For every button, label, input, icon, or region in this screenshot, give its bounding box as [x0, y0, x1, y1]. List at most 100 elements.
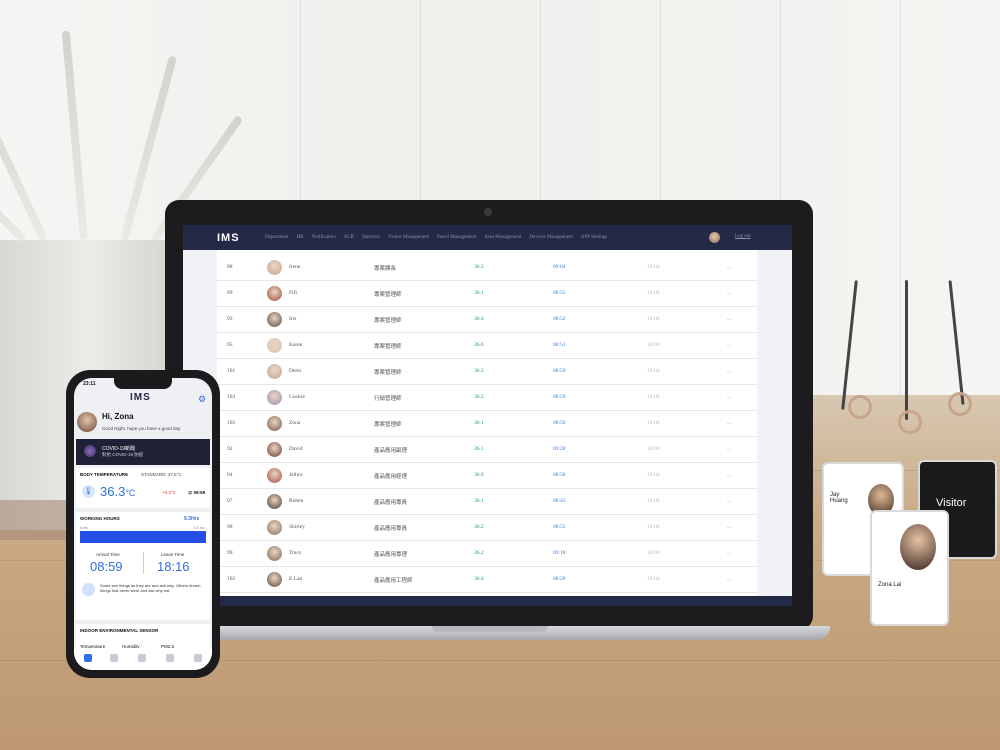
row-name: Irene	[289, 264, 301, 270]
grid-icon[interactable]	[166, 654, 174, 662]
row-name: Zona	[289, 420, 301, 426]
leave-value: 18:16	[157, 559, 190, 574]
row-name: Shirley	[289, 524, 305, 530]
row-arrival: 08:58	[553, 472, 566, 478]
row-leave: 18:00	[647, 576, 660, 582]
row-leave: 18:00	[647, 394, 660, 400]
working-hours-card[interactable]: WORKING HOURS 9.3Hrs 8 hrs 9.0 hrs Arriv…	[76, 512, 210, 620]
bell-icon[interactable]	[194, 654, 202, 662]
laptop-screen: IMS Department HR Notification ACR Stati…	[183, 225, 792, 606]
avatar	[267, 442, 282, 457]
row-name: Demi	[289, 368, 302, 374]
status-time: 23:11	[83, 381, 96, 387]
row-leave: 18:00	[647, 264, 660, 270]
row-arrival: 08:59	[553, 368, 566, 374]
greeting-subtitle: Good Night, hope you have a good day.	[102, 426, 182, 431]
row-arrival: 09:28	[553, 446, 566, 452]
row-department: 專案管理師	[374, 344, 402, 350]
more-options-button[interactable]: ...	[727, 394, 731, 400]
badge-clip	[948, 392, 972, 416]
row-temperature: 36.0	[474, 472, 484, 478]
row-id: 95	[227, 342, 233, 348]
table-row[interactable]: 95 Karen 專案管理師 36.0 08:51 18:00...	[217, 332, 757, 359]
row-temperature: 36.1	[474, 498, 484, 504]
phone-screen: 23:11 IMS ⚙ Hi, Zona Good Night, hope yo…	[74, 378, 212, 670]
people-icon[interactable]	[138, 654, 146, 662]
nav-department[interactable]: Department	[265, 235, 289, 240]
leave-label: Leave Time	[161, 552, 185, 557]
calendar-icon[interactable]	[110, 654, 118, 662]
laptop-camera	[484, 208, 492, 216]
table-row[interactable]: 93 Iris 專案管理師 36.4 08:52 18:00...	[217, 306, 757, 333]
row-temperature: 36.1	[474, 290, 484, 296]
badge2-photo	[900, 524, 936, 570]
row-name: Tracy	[289, 550, 302, 556]
row-leave: 18:00	[647, 316, 660, 322]
chart-icon[interactable]	[84, 654, 92, 662]
row-temperature: 36.1	[474, 446, 484, 452]
table-row[interactable]: 92 David 產品應用副理 36.1 09:28 18:00...	[217, 436, 757, 463]
more-options-button[interactable]: ...	[727, 316, 731, 322]
nav-app-settings[interactable]: APP Settings	[581, 235, 607, 240]
row-arrival: 08:55	[553, 290, 566, 296]
nav-devices-management[interactable]: Devices Management	[529, 235, 572, 240]
employee-badge-2: Zona Lai	[870, 510, 949, 626]
avatar	[267, 364, 282, 379]
row-id: 103	[227, 394, 236, 400]
blind-line	[900, 0, 901, 400]
table-row[interactable]: 97 Ruben 產品應用專員 36.1 08:45 18:00...	[217, 488, 757, 515]
nav-visitor-management[interactable]: Visitor Management	[388, 235, 429, 240]
avatar	[267, 338, 282, 353]
working-hours-title: WORKING HOURS	[80, 516, 120, 521]
user-avatar[interactable]	[709, 232, 720, 243]
ims-logo[interactable]: IMS	[217, 232, 265, 244]
more-options-button[interactable]: ...	[727, 498, 731, 504]
row-id: 94	[227, 472, 233, 478]
nav-notification[interactable]: Notification	[312, 235, 336, 240]
avatar[interactable]	[77, 412, 97, 432]
table-row[interactable]: 102 E Lan 產品應用工程師 36.4 08:28 18:00...	[217, 566, 757, 593]
more-options-button[interactable]: ...	[727, 290, 731, 296]
row-department: 產品應用專員	[374, 526, 408, 532]
more-options-button[interactable]: ...	[727, 342, 731, 348]
row-department: 產品應用工程師	[374, 578, 413, 584]
row-id: 93	[227, 316, 233, 322]
table-row[interactable]: 99 Tracy 產品應用專理 36.2 09:18 18:00...	[217, 540, 757, 567]
gear-icon[interactable]: ⚙	[198, 394, 206, 405]
table-row[interactable]: 103 Cookie 行銷管理師 36.2 08:59 18:00...	[217, 384, 757, 411]
nav-statistics[interactable]: Statistics	[362, 235, 380, 240]
table-row[interactable]: 105 Zona 專案管理師 36.1 08:56 18:00...	[217, 410, 757, 437]
more-options-button[interactable]: ...	[727, 446, 731, 452]
row-department: 行銷管理師	[374, 396, 402, 402]
table-row[interactable]: 89 Fifi 專案管理師 36.1 08:55 18:00...	[217, 280, 757, 307]
more-options-button[interactable]: ...	[727, 264, 731, 270]
more-options-button[interactable]: ...	[727, 472, 731, 478]
row-arrival: 08:59	[553, 394, 566, 400]
avatar	[267, 416, 282, 431]
lanyard-strap	[905, 280, 908, 420]
more-options-button[interactable]: ...	[727, 550, 731, 556]
table-row[interactable]: 98 Shirley 產品應用專員 36.2 08:55 18:00...	[217, 514, 757, 541]
row-department: 專案管理師	[374, 370, 402, 376]
nav-area-management[interactable]: Area Management	[484, 235, 521, 240]
more-options-button[interactable]: ...	[727, 524, 731, 530]
table-row[interactable]: 94 Jethro 產品應用經理 36.0 08:58 18:00...	[217, 462, 757, 489]
nav-hr[interactable]: HR	[297, 235, 304, 240]
laptop-notch	[432, 626, 548, 632]
row-id: 88	[227, 264, 233, 270]
more-options-button[interactable]: ...	[727, 368, 731, 374]
row-temperature: 36.3	[474, 368, 484, 374]
row-arrival: 09:18	[553, 550, 566, 556]
table-row[interactable]: 88 Irene 專案課長 36.3 09:04 18:00...	[217, 254, 757, 281]
logout-link[interactable]: Log out	[735, 234, 751, 239]
nav-patrol-management[interactable]: Patrol Management	[437, 235, 476, 240]
row-id: 99	[227, 550, 233, 556]
more-options-button[interactable]: ...	[727, 576, 731, 582]
app-logo: IMS	[130, 392, 151, 403]
body-temperature-card[interactable]: BODY TEMPERATURE STANDARD: 37.5°C 🌡 36.3…	[76, 468, 210, 508]
covid-banner[interactable]: COVID-19新聞 對抗 COVID-19 防疫	[76, 439, 210, 465]
more-options-button[interactable]: ...	[727, 420, 731, 426]
row-name: Jethro	[289, 472, 303, 478]
nav-acr[interactable]: ACR	[344, 235, 354, 240]
table-row[interactable]: 101 Demi 專案管理師 36.3 08:59 18:00...	[217, 358, 757, 385]
